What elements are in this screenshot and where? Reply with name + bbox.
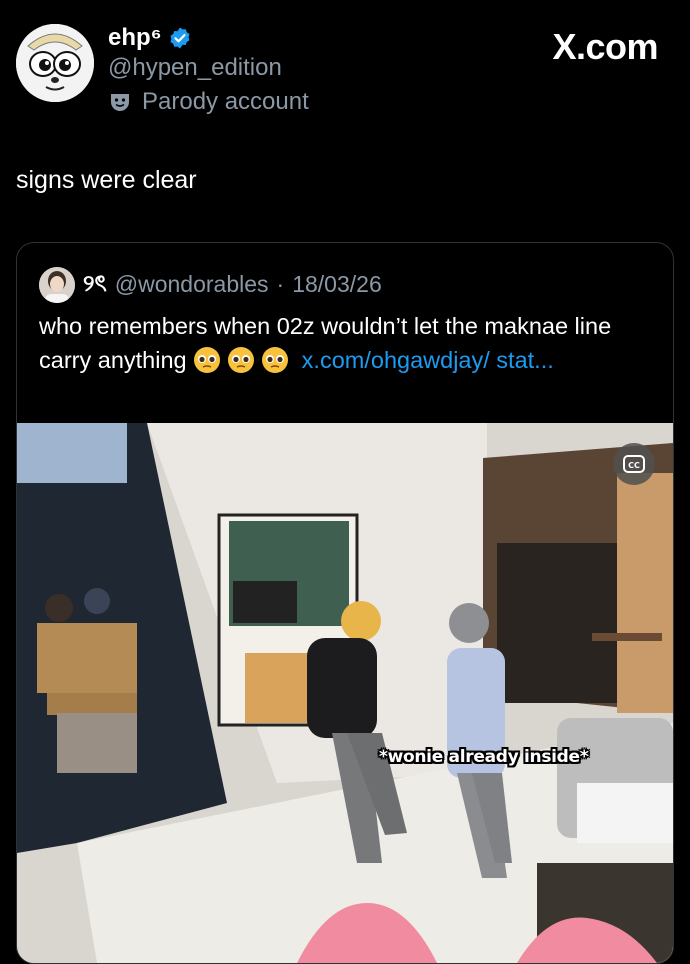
pleading-face-emoji-icon bbox=[228, 347, 255, 373]
pleading-face-emoji-icon bbox=[194, 347, 221, 373]
brand-logo: X.com bbox=[552, 26, 658, 67]
video-subtitle: *wonie already inside* bbox=[379, 747, 589, 767]
verified-badge-icon bbox=[170, 27, 190, 49]
quoted-post-link-continued[interactable]: stat... bbox=[496, 347, 553, 373]
cc-button[interactable]: CC bbox=[613, 443, 655, 485]
author-avatar[interactable] bbox=[16, 24, 94, 102]
video-frame bbox=[17, 423, 673, 963]
pleading-face-emoji-icon bbox=[262, 347, 289, 373]
quoted-author-handle[interactable]: @wondorables bbox=[115, 271, 269, 298]
quoted-post-text-block: who remembers when 02z wouldn’t let the … bbox=[39, 309, 659, 377]
tweet-text: signs were clear bbox=[16, 166, 197, 194]
video-player[interactable]: CC *wonie already inside* bbox=[17, 423, 673, 963]
quoted-post-card[interactable]: ୨ৎ @wondorables · 18/03/26 who remembers… bbox=[16, 242, 674, 964]
svg-text:CC: CC bbox=[628, 461, 640, 470]
quoted-post-date[interactable]: 18/03/26 bbox=[292, 271, 382, 298]
quoted-separator: · bbox=[276, 271, 285, 297]
quoted-author-avatar[interactable] bbox=[39, 266, 75, 303]
cc-icon: CC bbox=[623, 455, 645, 473]
quoted-post-link[interactable]: x.com/ohgawdjay/ bbox=[302, 347, 490, 373]
parody-label: Parody account bbox=[142, 88, 309, 115]
author-handle[interactable]: @hypen_edition bbox=[108, 54, 282, 82]
theater-mask-icon bbox=[111, 94, 129, 111]
parody-label-row: Parody account bbox=[108, 88, 309, 116]
quoted-post-header: ୨ৎ @wondorables · 18/03/26 bbox=[39, 265, 382, 304]
quoted-author-name[interactable]: ୨ৎ bbox=[83, 265, 107, 304]
author-name[interactable]: ehp⁶ bbox=[108, 24, 162, 52]
author-name-row: ehp⁶ bbox=[108, 24, 192, 52]
